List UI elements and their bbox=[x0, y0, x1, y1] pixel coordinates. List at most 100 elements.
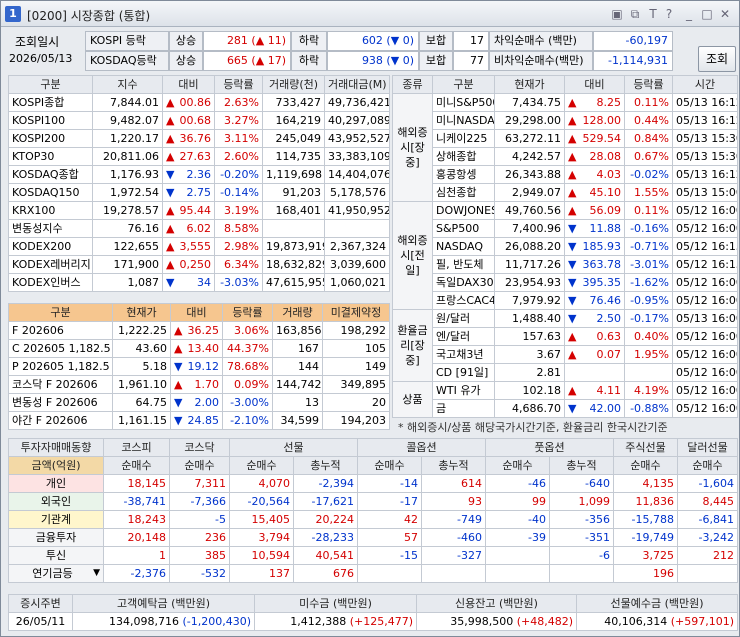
down-triangle-icon: ▼ bbox=[166, 186, 175, 199]
index-rate: -0.14% bbox=[214, 183, 263, 202]
minimize-icon[interactable]: _ bbox=[681, 6, 697, 22]
investor-type: 외국인 bbox=[8, 492, 104, 511]
futures-volume: 13 bbox=[272, 393, 323, 412]
overseas-row[interactable]: 해외증시[전일] DOWJONES 49,760.56 ▲ 56.09 0.11% 05/1… bbox=[392, 201, 738, 310]
overseas-name: 미니S&P500 bbox=[432, 93, 495, 112]
investor-row[interactable]: 외국인 -38,741 -7,366 -20,564 -17,621 -17 93 99 1,0… bbox=[8, 492, 738, 511]
breadth-name: KOSPI 등락 bbox=[85, 31, 169, 51]
overseas-row[interactable]: 프랑스CAC407,979.92▼ 76.46-0.95%05/12 16:00 bbox=[393, 291, 738, 310]
overseas-row[interactable]: 필, 반도체 11,717.26 ▼ 363.78 -3.01% 05/12 16:15 bbox=[393, 255, 738, 274]
overseas-rate: -0.02% bbox=[624, 165, 673, 184]
down-triangle-icon: ▼ bbox=[174, 414, 183, 427]
overseas-row[interactable]: 환율금리[장중] 원/달러 1,488.40 ▼ 2.50 -0.17% 05/13 16:… bbox=[392, 309, 738, 382]
investor-row[interactable]: 금융투자 20,148 236 3,794 -28,233 57 -460 -39 -351 -1… bbox=[8, 528, 738, 547]
overseas-row[interactable]: 엔/달러 157.63 ▲ 0.63 0.40% 05/12 16:00 bbox=[393, 327, 738, 346]
overseas-row[interactable]: 해외증시[장중] 미니S&P500 7,434.75 ▲ 8.25 0.11% 05/13 … bbox=[392, 93, 738, 202]
futures-change: ▲ 13.40 bbox=[170, 339, 223, 358]
overseas-price: 29,298.00 bbox=[494, 111, 565, 130]
investor-row[interactable]: 기관계 18,243 -5 15,405 20,224 42 -749 -40 -356 -15,… bbox=[8, 510, 738, 529]
chevron-down-icon[interactable]: ▼ bbox=[93, 566, 100, 582]
overseas-change: ▼ 76.46 bbox=[564, 291, 625, 310]
index-row[interactable]: KOSPI종합 7,844.01 ▲ 00.86 2.63% 733,427 49,736,… bbox=[8, 93, 390, 112]
futures-row[interactable]: P 202605 1,182.5 5.18 ▼ 19.12 78.68% 144 149 bbox=[8, 357, 390, 376]
investor-value bbox=[549, 564, 614, 583]
index-amount: 14,404,076 bbox=[324, 165, 390, 184]
overseas-row[interactable]: 미니NASDAQ29,298.00▲ 128.000.44%05/13 16:12 bbox=[393, 111, 738, 130]
futures-open-interest: 20 bbox=[322, 393, 390, 412]
help-icon[interactable]: ? bbox=[661, 6, 677, 22]
index-value: 76.16 bbox=[92, 219, 163, 238]
overseas-row[interactable]: 국고채3년 3.67 ▲ 0.07 1.95% 05/12 16:00 bbox=[393, 345, 738, 364]
investor-row[interactable]: 연기금등 ▼ -2,376 -532 137 676 196 bbox=[8, 564, 738, 583]
index-row[interactable]: KTOP30 20,811.06 ▲ 27.63 2.60% 114,735 33,383,… bbox=[8, 147, 390, 166]
investor-value: -6 bbox=[549, 546, 614, 565]
futures-change: ▼ 19.12 bbox=[170, 357, 223, 376]
maximize-icon[interactable]: □ bbox=[699, 6, 715, 22]
index-volume: 1,119,698 bbox=[262, 165, 325, 184]
index-row[interactable]: KODEX인버스 1,087 ▼ 34 -3.03% 47,615,955 1,060,02… bbox=[8, 273, 390, 292]
index-row[interactable]: KOSDAQ150 1,972.54 ▼ 2.75 -0.14% 91,203 5,178,… bbox=[8, 183, 390, 202]
overseas-row[interactable]: 금 4,686.70 ▼ 42.00 -0.88% 05/12 16:00 bbox=[393, 399, 738, 418]
investor-value: 1 bbox=[103, 546, 170, 565]
index-rate: 3.19% bbox=[214, 201, 263, 220]
index-row[interactable]: KODEX200 122,655 ▲ 3,555 2.98% 19,873,919 2,36… bbox=[8, 237, 390, 256]
overseas-row[interactable]: 상해종합 4,242.57 ▲ 28.08 0.67% 05/13 15:30 bbox=[393, 147, 738, 166]
index-change: ▲ 95.44 bbox=[162, 201, 215, 220]
futures-row[interactable]: 변동성 F 202606 64.75 ▼ 2.00 -3.00% 13 20 bbox=[8, 393, 390, 412]
lookup-button[interactable]: 조회 bbox=[698, 46, 736, 72]
overseas-row[interactable]: S&P500 7,400.96 ▼ 11.88 -0.16% 05/12 16:00 bbox=[393, 219, 738, 238]
investor-value: 4,135 bbox=[613, 474, 678, 493]
index-change: ▲ 0,250 bbox=[162, 255, 215, 274]
overseas-time: 05/13 15:00 bbox=[672, 183, 738, 202]
overseas-row[interactable]: 독일DAX30 23,954.93 ▼ 395.35 -1.62% 05/12 16:00 bbox=[393, 273, 738, 292]
decline-cell: 602 (▼ 0) bbox=[327, 31, 419, 51]
link-icon[interactable]: ▣ bbox=[609, 6, 625, 22]
index-row[interactable]: KOSPI200 1,220.17 ▲ 36.76 3.11% 245,049 43,952… bbox=[8, 129, 390, 148]
index-name: KOSDAQ150 bbox=[8, 183, 93, 202]
column-header: 거래량 bbox=[272, 303, 323, 322]
index-rate: 3.27% bbox=[214, 111, 263, 130]
overseas-row[interactable]: CD [91일] 2.81 05/12 16:00 bbox=[393, 363, 738, 382]
overseas-name: DOWJONES bbox=[432, 201, 495, 220]
down-arrow-icon: ▼ bbox=[390, 54, 400, 67]
overseas-row[interactable]: NASDAQ 26,088.20 ▼ 185.93 -0.71% 05/12 16:15 bbox=[393, 237, 738, 256]
font-size-icon[interactable]: T bbox=[645, 6, 661, 22]
futures-rate: -2.10% bbox=[222, 411, 273, 430]
lookup-date[interactable]: 2026/05/13 bbox=[9, 52, 72, 65]
overseas-name: 프랑스CAC40 bbox=[432, 291, 495, 310]
overseas-row[interactable]: 심천종합 2,949.07 ▲ 45.10 1.55% 05/13 15:00 bbox=[393, 183, 738, 202]
up-triangle-icon: ▲ bbox=[166, 204, 175, 217]
copy-window-icon[interactable]: ⧉ bbox=[627, 6, 643, 22]
close-icon[interactable]: ✕ bbox=[717, 6, 733, 22]
index-value: 171,900 bbox=[92, 255, 163, 274]
investor-row[interactable]: 투신 1 385 10,594 40,541 -15 -327 -6 3,725 212 bbox=[8, 546, 738, 565]
index-row[interactable]: KOSDAQ종합 1,176.93 ▼ 2.36 -0.20% 1,119,698 14,4… bbox=[8, 165, 390, 184]
index-change: ▼ 34 bbox=[162, 273, 215, 292]
futures-table: 구분 현재가 대비 등락률 거래량 미결제약정 F 202606 1,222.25 ▲ 36.2… bbox=[8, 303, 390, 430]
overseas-row[interactable]: 상품 WTI 유가 102.18 ▲ 4.11 4.19% 05/12 16:00 bbox=[392, 381, 738, 418]
overseas-rate: 1.95% bbox=[624, 345, 673, 364]
futures-row[interactable]: F 202606 1,222.25 ▲ 36.25 3.06% 163,856 198,29… bbox=[8, 321, 390, 340]
index-row[interactable]: KRX100 19,278.57 ▲ 95.44 3.19% 168,401 41,950,… bbox=[8, 201, 390, 220]
investor-value: -17 bbox=[357, 492, 422, 511]
futures-rate: 78.68% bbox=[222, 357, 273, 376]
index-row[interactable]: KODEX레버리지 171,900 ▲ 0,250 6.34% 18,632,829 3,0… bbox=[8, 255, 390, 274]
futures-row[interactable]: C 202605 1,182.5 43.60 ▲ 13.40 44.37% 167 105 bbox=[8, 339, 390, 358]
index-name: KODEX레버리지 bbox=[8, 255, 93, 274]
futures-row[interactable]: 코스닥 F 202606 1,961.10 ▲ 1.70 0.09% 144,742 349… bbox=[8, 375, 390, 394]
advance-label: 상승 bbox=[169, 51, 203, 71]
down-triangle-icon: ▼ bbox=[568, 222, 577, 235]
unchanged-count: 17 bbox=[453, 31, 489, 51]
column-header: 대비 bbox=[564, 75, 625, 94]
up-triangle-icon: ▲ bbox=[568, 204, 577, 217]
overseas-time: 05/12 16:00 bbox=[672, 219, 738, 238]
overseas-change-value: 0.07 bbox=[596, 348, 622, 361]
index-row[interactable]: KOSPI100 9,482.07 ▲ 00.68 3.27% 164,219 40,297… bbox=[8, 111, 390, 130]
overseas-row[interactable]: 홍콩항셍 26,343.88 ▲ 4.03 -0.02% 05/13 16:12 bbox=[393, 165, 738, 184]
overseas-row[interactable]: 니케이225 63,272.11 ▲ 529.54 0.84% 05/13 15:30 bbox=[393, 129, 738, 148]
index-row[interactable]: 변동성지수 76.16 ▲ 6.02 8.58% bbox=[8, 219, 390, 238]
down-triangle-icon: ▼ bbox=[174, 396, 183, 409]
investor-row[interactable]: 개인 18,145 7,311 4,070 -2,394 -14 614 -46 -640 4,1… bbox=[8, 474, 738, 493]
futures-row[interactable]: 야간 F 202606 1,161.15 ▼ 24.85 -2.10% 34,599 194… bbox=[8, 411, 390, 430]
overseas-price: 7,434.75 bbox=[494, 93, 565, 112]
